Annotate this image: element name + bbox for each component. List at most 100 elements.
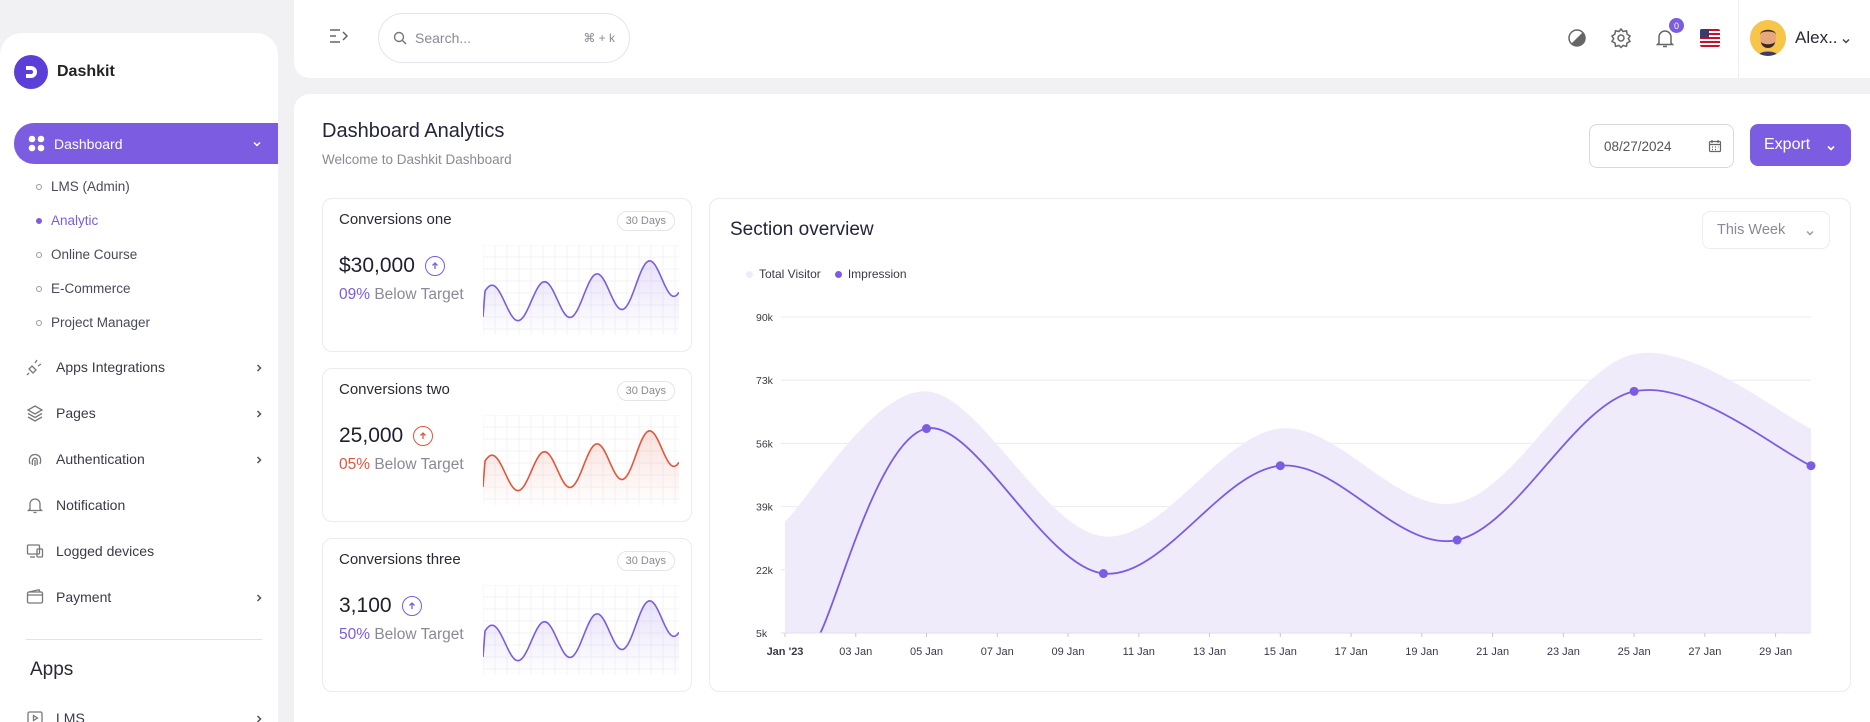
bullet-icon (36, 251, 42, 258)
sub-item-label: LMS (Admin) (51, 179, 130, 194)
period-badge: 30 Days (616, 211, 675, 231)
fingerprint-icon (26, 450, 44, 468)
bell-icon (26, 496, 44, 514)
sub-item-project-manager[interactable]: Project Manager (36, 315, 150, 330)
x-tick-label: 19 Jan (1405, 646, 1438, 658)
data-point[interactable] (1806, 461, 1816, 471)
chevron-right-icon (254, 406, 264, 422)
chevron-down-icon (252, 136, 262, 152)
sub-item-online-course[interactable]: Online Course (36, 247, 137, 262)
x-tick-label: 23 Jan (1547, 646, 1580, 658)
card-percent: 05% (339, 456, 371, 473)
brand-logo-icon (14, 55, 48, 89)
search-input[interactable] (415, 30, 565, 46)
y-tick-label: 90k (756, 312, 774, 324)
card-value-text: 25,000 (339, 424, 404, 447)
card-target: 50% Below Target (339, 626, 464, 644)
notification-count-badge: 0 (1669, 18, 1684, 33)
chevron-right-icon (254, 711, 264, 722)
sidebar-item-notification[interactable]: Notification (26, 496, 264, 514)
search-icon (393, 31, 407, 45)
x-tick-label: 03 Jan (839, 646, 872, 658)
card-value-text: $30,000 (339, 254, 415, 277)
chevron-right-icon (254, 360, 264, 376)
gear-icon[interactable] (1610, 27, 1632, 49)
sidebar-item-label: Pages (56, 405, 96, 421)
data-point[interactable] (1629, 386, 1639, 396)
page-title: Dashboard Analytics (322, 120, 505, 142)
sub-item-analytic[interactable]: Analytic (36, 213, 98, 228)
sidebar-divider (26, 639, 262, 640)
sub-item-label: E-Commerce (51, 281, 131, 296)
data-point[interactable] (1452, 535, 1462, 545)
y-tick-label: 22k (756, 565, 774, 577)
sidebar-item-label: LMS (56, 710, 85, 722)
date-value: 08/27/2024 (1604, 138, 1672, 154)
x-tick-label: 21 Jan (1476, 646, 1509, 658)
sub-item-e-commerce[interactable]: E-Commerce (36, 281, 131, 296)
brand-name: Dashkit (57, 63, 115, 80)
card-target-text: Below Target (374, 456, 464, 473)
y-tick-label: 5k (756, 628, 768, 640)
sub-item-label: Project Manager (51, 315, 151, 330)
sparkline-chart (483, 585, 679, 675)
chevron-down-icon (1826, 140, 1836, 158)
sidebar-item-lms[interactable]: LMS (26, 709, 264, 722)
chevron-down-icon[interactable] (1841, 33, 1851, 51)
layers-icon (26, 404, 44, 422)
conversion-card: Conversions one 30 Days $30,000 09% Belo… (322, 198, 692, 352)
data-point[interactable] (1098, 569, 1108, 579)
page-subtitle: Welcome to Dashkit Dashboard (322, 152, 512, 167)
menu-toggle-icon[interactable] (328, 26, 350, 46)
plug-icon (26, 358, 44, 376)
sidebar-item-dashboard[interactable]: Dashboard (14, 123, 278, 164)
x-tick-label: 27 Jan (1688, 646, 1721, 658)
brand[interactable]: Dashkit (14, 55, 115, 89)
y-tick-label: 39k (756, 502, 774, 514)
calendar-icon (1708, 139, 1722, 156)
card-title: Conversions two (339, 381, 450, 398)
sidebar-item-logged-devices[interactable]: Logged devices (26, 542, 264, 560)
sidebar-item-apps-integrations[interactable]: Apps Integrations (26, 358, 264, 376)
date-picker[interactable]: 08/27/2024 (1589, 124, 1734, 168)
sidebar-item-authentication[interactable]: Authentication (26, 450, 264, 468)
sidebar-item-label: Authentication (56, 451, 145, 467)
data-point[interactable] (922, 424, 932, 434)
x-tick-label: 25 Jan (1618, 646, 1651, 658)
period-badge: 30 Days (616, 381, 675, 401)
topbar-divider (1738, 0, 1739, 78)
topbar: ⌘ + k 0 Alex.. (294, 0, 1870, 78)
video-icon (26, 709, 44, 722)
card-value: 25,000 (339, 424, 434, 448)
sparkline-chart (483, 415, 679, 505)
chevron-right-icon (254, 590, 264, 606)
avatar[interactable] (1750, 20, 1786, 56)
apps-section-title: Apps (30, 659, 74, 680)
x-tick-label: 09 Jan (1052, 646, 1085, 658)
x-tick-label: 11 Jan (1123, 646, 1155, 658)
sparkline-area (483, 430, 679, 505)
sidebar-item-pages[interactable]: Pages (26, 404, 264, 422)
sidebar-item-label: Dashboard (54, 135, 123, 152)
us-flag-icon[interactable] (1700, 29, 1720, 47)
sub-item-label: Online Course (51, 247, 138, 262)
card-title: Conversions three (339, 551, 461, 568)
card-target: 05% Below Target (339, 456, 464, 474)
x-tick-label: Jan '23 (767, 646, 804, 658)
data-point[interactable] (1275, 461, 1285, 471)
export-button[interactable]: Export (1750, 124, 1851, 166)
y-tick-label: 73k (756, 375, 774, 387)
export-button-label: Export (1764, 136, 1811, 153)
card-value: $30,000 (339, 254, 445, 278)
username[interactable]: Alex.. (1795, 28, 1838, 48)
sidebar-item-payment[interactable]: Payment (26, 588, 264, 606)
sidebar-item-label: Payment (56, 589, 112, 605)
x-tick-label: 05 Jan (910, 646, 943, 658)
x-tick-label: 17 Jan (1335, 646, 1368, 658)
bullet-icon (36, 217, 42, 224)
sub-item-lms-admin[interactable]: LMS (Admin) (36, 179, 130, 194)
theme-toggle-icon[interactable] (1566, 27, 1588, 49)
area-total-visitor (785, 352, 1811, 633)
arrow-up-icon (424, 256, 445, 276)
search-box[interactable]: ⌘ + k (378, 13, 630, 63)
